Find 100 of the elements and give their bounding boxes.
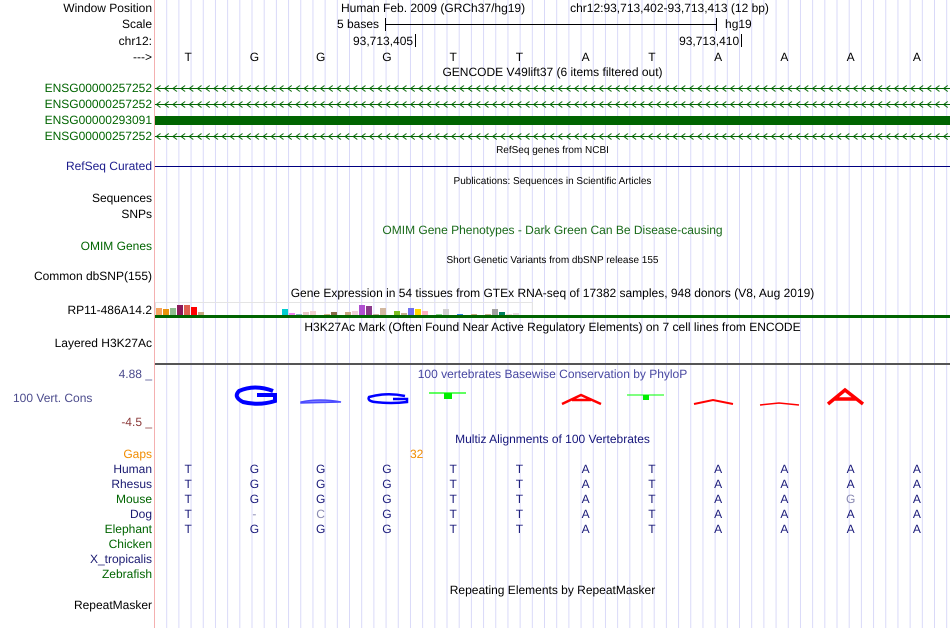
track-label[interactable]: Mouse [116,492,152,506]
track-label[interactable]: Rhesus [111,476,152,490]
track-title: RefSeq genes from NCBI [496,144,609,158]
aligned-base: T [184,492,192,506]
track-label[interactable]: Window Position [63,1,152,15]
aligned-base: T [184,462,192,476]
aligned-base: - [252,506,256,520]
aligned-base: A [912,462,921,476]
track-title: OMIM Gene Phenotypes - Dark Green Can Be Disease-causing [382,223,723,237]
aligned-base: T [449,476,457,490]
aligned-base: A [780,506,788,520]
aligned-base: A [780,462,788,476]
aligned-base: T [449,462,457,476]
aligned-base: G [382,522,392,536]
track-title: H3K27Ac Mark (Often Found Near Active Regulatory Elements) on 7 cell lines from ENCODE [304,320,801,334]
track-label[interactable]: ENSG00000257252 [44,129,152,143]
position-text: chr12:93,713,402-93,713,413 (12 bp) [570,1,769,15]
aligned-base: A [582,506,590,520]
aligned-base: A [846,506,855,520]
aligned-base: A [912,506,921,520]
track-label[interactable]: Layered H3K27Ac [54,336,152,350]
track-label[interactable]: Human [113,462,152,476]
track-label[interactable]: Elephant [104,522,152,536]
aligned-base: T [516,492,524,506]
coordinate-label: 93,713,410 [679,34,740,48]
track-label[interactable]: ENSG00000257252 [44,97,152,111]
aligned-base: A [582,462,590,476]
base-letter: T [184,50,192,64]
aligned-base: T [648,506,656,520]
track-title: Publications: Sequences in Scientific Articles [454,175,652,189]
aligned-base: A [714,522,722,536]
aligned-base: A [582,522,590,536]
aligned-base: G [382,506,392,520]
aligned-base: A [780,492,788,506]
aligned-base: G [382,476,392,490]
aligned-base: G [382,492,392,506]
base-letter: A [714,50,722,64]
base-letter: G [382,50,392,64]
base-letter: T [648,50,656,64]
track-title: Repeating Elements by RepeatMasker [450,582,656,596]
aligned-base: G [846,492,856,506]
track-label[interactable]: RefSeq Curated [66,159,152,173]
track-label[interactable]: X_tropicalis [90,552,152,566]
base-letter: T [516,50,524,64]
aligned-base: T [449,506,457,520]
base-letter: A [846,50,855,64]
track-title: Short Genetic Variants from dbSNP release 155 [446,254,658,268]
aligned-base: A [846,476,855,490]
aligned-base: A [912,492,921,506]
track-label[interactable]: Scale [122,17,152,31]
tick-mark [415,34,416,47]
track-title: 100 vertebrates Basewise Conservation by PhyloP [418,367,688,381]
aligned-base: T [516,506,524,520]
aligned-base: G [316,476,326,490]
aligned-base: T [184,476,192,490]
aligned-base: A [912,522,921,536]
aligned-base: T [449,492,457,506]
gap-count: 32 [410,446,424,460]
aligned-base: G [316,462,326,476]
track-label[interactable]: Sequences [92,191,152,205]
aligned-base: A [714,476,722,490]
assembly-label: hg19 [725,17,752,31]
base-letter: A [912,50,921,64]
aligned-base: A [912,476,921,490]
track-label[interactable]: 100 Vert. Cons [13,391,92,405]
track-label[interactable]: SNPs [121,207,152,221]
aligned-base: A [714,506,722,520]
track-label[interactable]: Chicken [108,536,152,550]
track-title: Multiz Alignments of 100 Vertebrates [455,432,650,446]
aligned-base: A [846,522,855,536]
aligned-base: T [648,522,656,536]
track-title: Gene Expression in 54 tissues from GTEx RNA-seq of 17382 samples, 948 donors (V8, Aug 2019) [290,286,814,300]
aligned-base: G [250,462,260,476]
aligned-base: T [648,462,656,476]
aligned-base: G [250,522,260,536]
base-letter: G [250,50,260,64]
tick-mark [741,34,742,47]
track-label[interactable]: RP11-486A14.2 [67,302,152,316]
aligned-base: A [714,462,722,476]
assembly-title: Human Feb. 2009 (GRCh37/hg19) [341,1,526,15]
aligned-base: T [184,522,192,536]
coordinate-label: 93,713,405 [353,34,414,48]
aligned-base: A [582,492,590,506]
track-label[interactable]: Dog [130,506,152,520]
axis-min-label: -4.5 _ [121,415,152,429]
aligned-base: G [316,522,326,536]
track-label[interactable]: chr12: [118,34,152,48]
aligned-base: T [449,522,457,536]
track-label[interactable]: ENSG00000257252 [44,81,152,95]
aligned-base: A [582,476,590,490]
track-label[interactable]: OMIM Genes [80,238,152,252]
aligned-base: A [780,476,788,490]
aligned-base: A [714,492,722,506]
aligned-base: G [250,476,260,490]
track-label[interactable]: ENSG00000293091 [44,113,152,127]
track-label[interactable]: ---> [133,50,152,64]
track-label[interactable]: Zebrafish [102,566,152,580]
track-label[interactable]: Common dbSNP(155) [34,269,152,283]
track-label[interactable]: RepeatMasker [74,598,152,612]
aligned-base: T [516,522,524,536]
